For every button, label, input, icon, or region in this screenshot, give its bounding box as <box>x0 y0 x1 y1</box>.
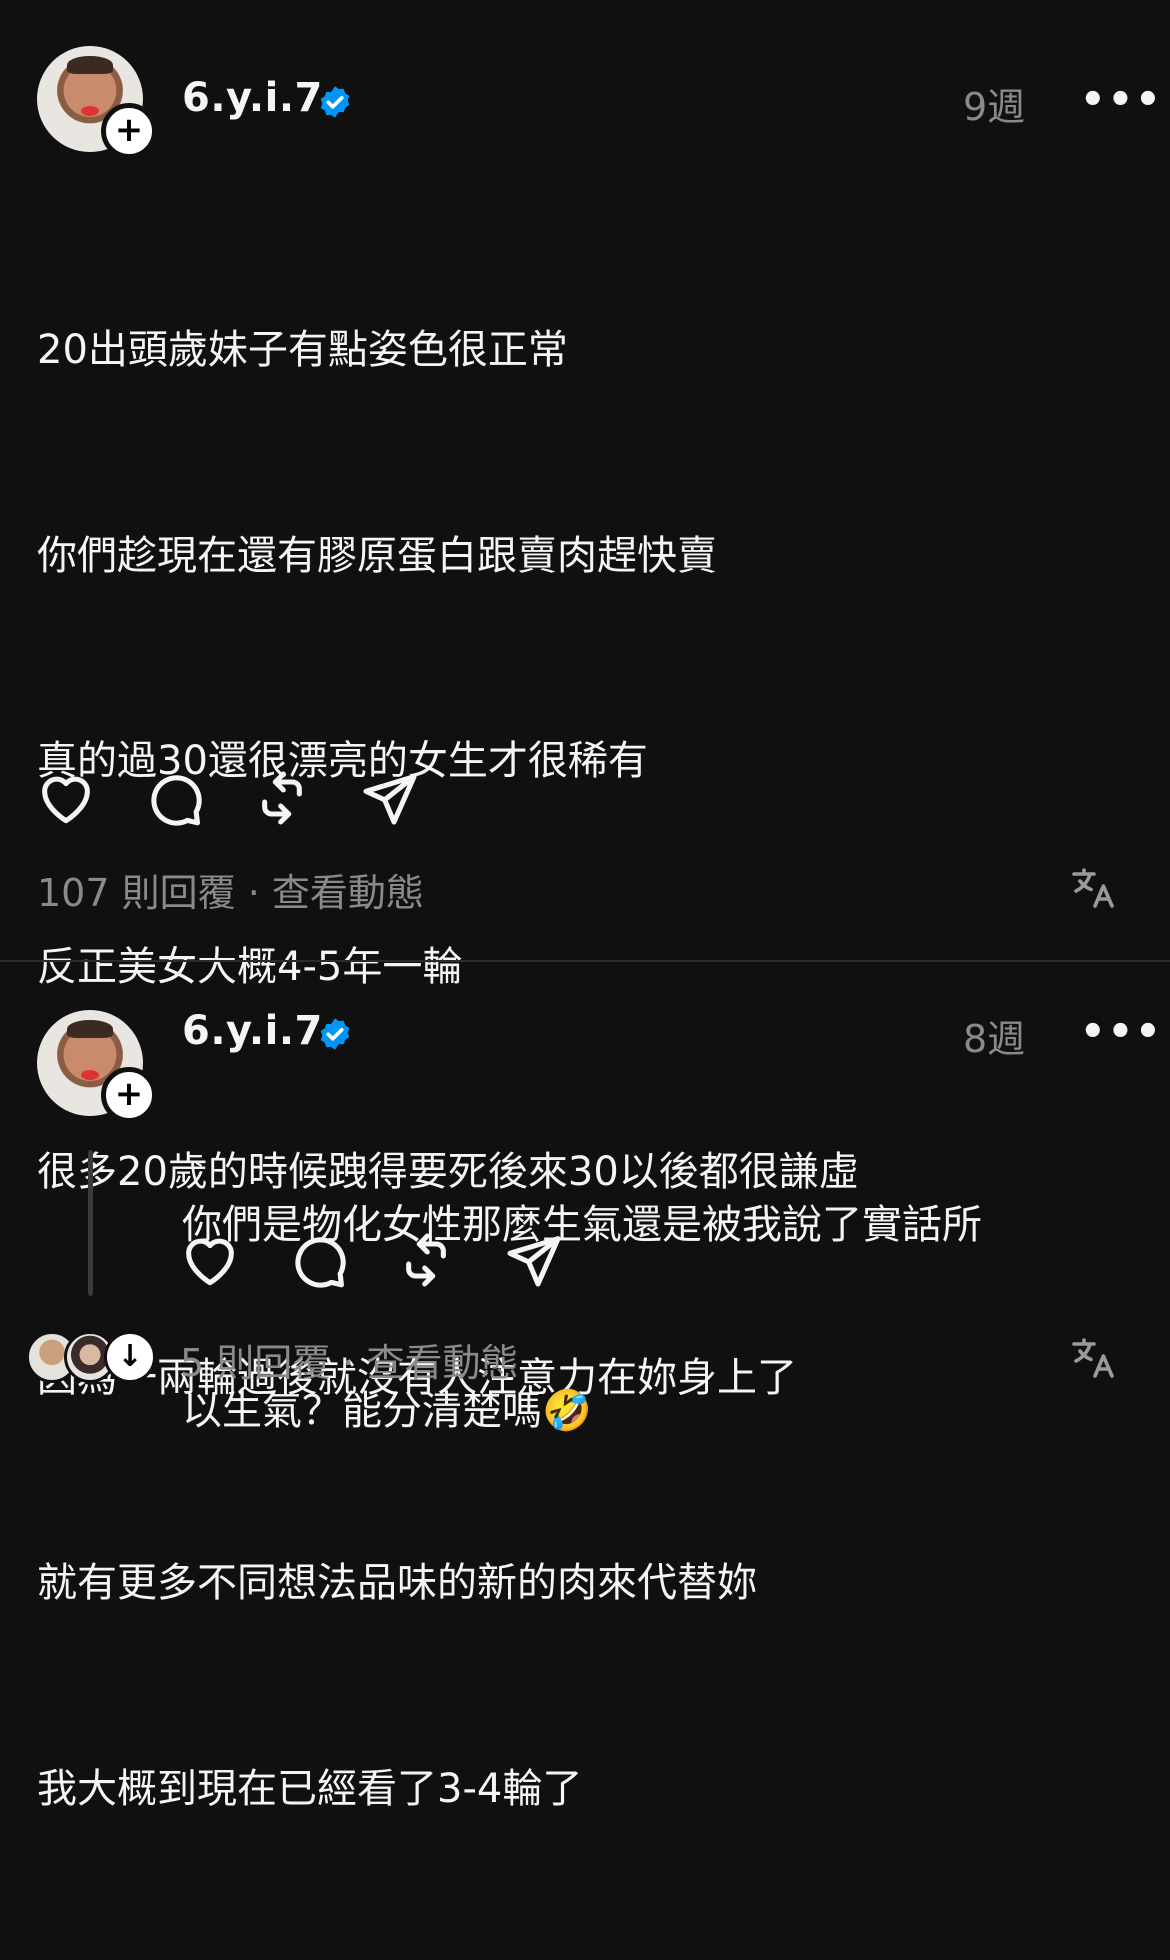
post-line: 20出頭歲妹子有點姿色很正常 <box>37 327 568 373</box>
post-time: 9週 <box>963 85 1026 129</box>
post-line: 你們趁現在還有膠原蛋白跟賣肉趕快賣 <box>37 532 717 579</box>
thread-line <box>88 1150 93 1296</box>
expand-replies-icon[interactable]: ↓ <box>104 1331 156 1383</box>
avatar-detail <box>81 106 99 116</box>
username[interactable]: 6.y.i.7 <box>182 75 323 121</box>
reply-username[interactable]: 6.y.i.7 <box>182 1008 323 1054</box>
repost-icon[interactable] <box>250 766 314 830</box>
verified-badge-icon <box>320 1018 350 1050</box>
reply-share-icon[interactable] <box>502 1228 566 1292</box>
translate-icon[interactable] <box>1070 864 1118 912</box>
reply-time: 8週 <box>963 1017 1026 1061</box>
reply-like-icon[interactable] <box>178 1228 242 1292</box>
reply-more-options-icon[interactable]: ••• <box>1080 1009 1163 1055</box>
reply-comment-icon[interactable] <box>286 1228 350 1292</box>
avatar-hair <box>67 1020 113 1038</box>
reply-line: 以生氣？能分清楚嗎🤣 <box>182 1388 592 1434</box>
reply-replies-count-link[interactable]: 5 則回覆 · 查看動態 <box>180 1332 519 1387</box>
post-line: 反正美女大概4-5年一輪 <box>37 943 463 990</box>
follow-button[interactable]: + <box>101 103 157 159</box>
avatar-hair <box>67 56 113 74</box>
post-divider <box>0 960 1170 962</box>
like-icon[interactable] <box>34 766 98 830</box>
avatar-detail <box>81 1070 99 1080</box>
translate-icon[interactable] <box>1070 1334 1118 1382</box>
share-icon[interactable] <box>358 766 422 830</box>
post-line: 就有更多不同想法品味的新的肉來代替妳 <box>37 1560 757 1606</box>
reply-repost-icon[interactable] <box>394 1228 458 1292</box>
reply-follow-button[interactable]: + <box>101 1067 157 1123</box>
comment-icon[interactable] <box>142 766 206 830</box>
main-post: + 6.y.i.7 9週 ••• 20出頭歲妹子有點姿色很正常 你們趁現在還有膠… <box>0 0 1170 1812</box>
post-line: 我大概到現在已經看了3-4輪了 <box>37 1765 583 1812</box>
verified-badge-icon <box>320 86 350 118</box>
more-options-icon[interactable]: ••• <box>1080 77 1163 123</box>
replies-count-link[interactable]: 107 則回覆 · 查看動態 <box>37 862 424 917</box>
